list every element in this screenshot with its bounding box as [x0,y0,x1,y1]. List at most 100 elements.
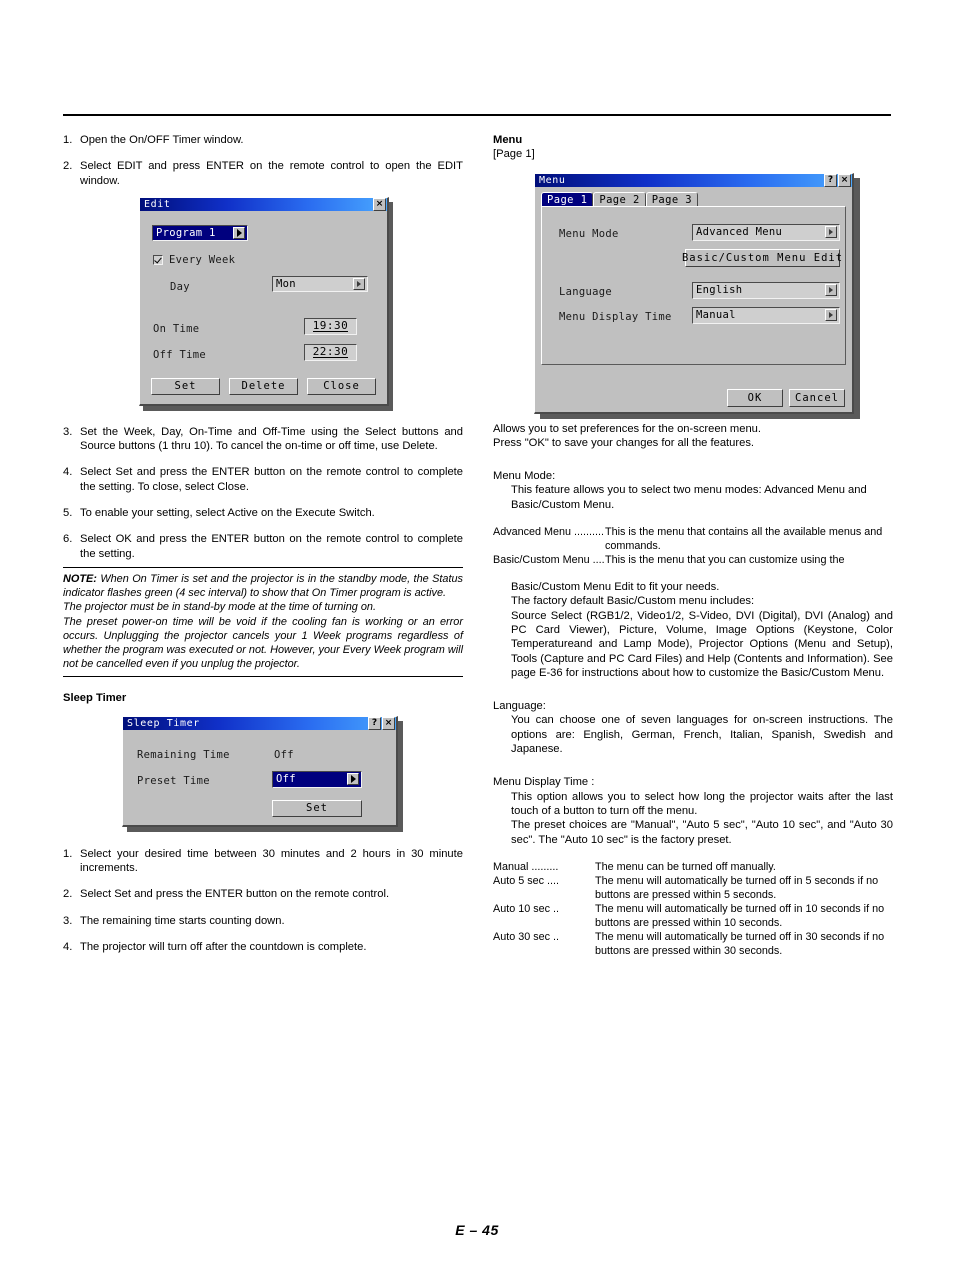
off-time-field[interactable]: 22:30 [304,343,357,361]
header-rule [63,114,891,116]
edit-dialog-title: Edit [144,198,171,210]
list-text: Select EDIT and press ENTER on the remot… [80,160,463,187]
list-number: 3. [63,425,73,438]
close-button[interactable]: Close [307,377,376,395]
definition-desc: The menu will automatically be turned of… [595,930,885,957]
close-icon[interactable]: × [373,197,386,211]
menu-mode-label: Menu Mode [559,227,619,240]
list-item: 2. Select Set and press the ENTER button… [63,887,463,901]
menu-dialog: Menu ? × Page 1 Page 2 Page 3 Menu Mode … [534,172,854,414]
help-icon[interactable]: ? [368,716,381,730]
menu-subheading: [Page 1] [493,148,535,161]
chevron-right-icon[interactable] [825,284,837,297]
chevron-right-icon[interactable] [825,226,837,239]
menu-display-time-body-1: This option allows you to select how lon… [511,790,893,817]
list-text: Select Set and press the ENTER button on… [80,888,390,901]
list-number: 3. [63,914,73,927]
tab-page-1[interactable]: Page 1 [541,191,594,207]
list-text: Set the Week, Day, On-Time and Off-Time … [80,425,463,453]
list-number: 5. [63,507,73,520]
language-body: You can choose one of seven languages fo… [511,714,893,756]
document-page: 1. Open the On/OFF Timer window. 2. Sele… [0,0,954,1274]
menu-display-time-body-2: The preset choices are "Manual", "Auto 5… [511,819,893,846]
definition-term: Auto 10 sec .. [493,902,560,915]
tab-page-3[interactable]: Page 3 [645,191,699,207]
list-text: Select Set and press the ENTER button on… [80,466,463,493]
note-text-1: When On Timer is set and the projector i… [63,572,463,600]
list-number: 2. [63,160,73,173]
chevron-right-icon[interactable] [233,226,245,239]
on-time-value: 19:30 [312,319,349,333]
cancel-button[interactable]: Cancel [789,388,845,407]
list-item: 3. The remaining time starts counting do… [63,914,463,928]
chevron-right-icon[interactable] [353,277,365,290]
help-icon[interactable]: ? [824,173,837,187]
list-number: 1. [63,134,73,146]
menu-tabstrip: Page 1 Page 2 Page 3 [541,191,846,207]
delete-button[interactable]: Delete [229,377,298,395]
set-button[interactable]: Set [151,377,220,395]
day-select[interactable]: Mon [272,275,368,292]
menu-mode-cont-3: Source Select (RGB1/2, Video1/2, S-Video… [511,609,893,679]
tab-page-2[interactable]: Page 2 [593,191,646,207]
menu-dialog-title: Menu [539,174,566,186]
list-number: 4. [63,466,73,479]
every-week-checkbox[interactable]: Every Week [153,254,235,266]
definition-row: Manual ......... The menu can be turned … [493,860,893,874]
definition-term: Advanced Menu .......... [493,526,605,539]
off-time-value: 22:30 [312,345,349,359]
edit-dialog-wrapper: Edit × Program 1 Every Week Day Mon On T… [63,196,463,411]
list-item: 1. Open the On/OFF Timer window. [63,133,463,147]
definition-desc: This is the menu that contains all the a… [605,526,883,553]
menu-mode-select[interactable]: Advanced Menu [692,223,840,241]
preset-time-select[interactable]: Off [272,770,362,788]
definition-desc: The menu will automatically be turned of… [595,874,879,901]
chevron-right-icon[interactable] [825,309,837,322]
menu-dialog-wrapper: Menu ? × Page 1 Page 2 Page 3 Menu Mode … [493,172,893,422]
on-time-field[interactable]: 19:30 [304,317,357,335]
chevron-right-icon[interactable] [347,773,359,786]
sleep-dialog-titlebar: Sleep Timer ? × [123,716,396,730]
menu-mode-cont-1: Basic/Custom Menu Edit to fit your needs… [511,581,720,594]
basic-custom-menu-edit-button[interactable]: Basic/Custom Menu Edit [682,248,842,267]
list-item: 3. Set the Week, Day, On-Time and Off-Ti… [63,425,463,454]
list-number: 4. [63,940,73,953]
list-number: 6. [63,533,73,546]
note-paragraph-1: NOTE: When On Timer is set and the proje… [63,572,463,600]
program-select[interactable]: Program 1 [152,224,248,241]
note-paragraph-2: The projector must be in stand-by mode a… [63,601,376,614]
menu-mode-body: This feature allows you to select two me… [511,484,867,511]
list-item: 4. The projector will turn off after the… [63,940,463,954]
edit-dialog: Edit × Program 1 Every Week Day Mon On T… [139,196,389,406]
list-item: 4. Select Set and press the ENTER button… [63,465,463,494]
menu-display-time-select[interactable]: Manual [692,306,840,324]
definition-row: Advanced Menu .......... This is the men… [493,525,893,553]
close-icon[interactable]: × [838,173,851,187]
definition-row: Auto 5 sec .... The menu will automatica… [493,874,893,902]
program-select-value: Program 1 [156,226,216,239]
checkbox-checked-icon[interactable] [153,254,163,265]
ok-button[interactable]: OK [727,388,783,407]
list-number: 2. [63,888,73,901]
off-time-label: Off Time [153,348,206,361]
list-text: The remaining time starts counting down. [80,914,285,927]
list-text: To enable your setting, select Active on… [80,507,375,520]
sleep-timer-dialog-wrapper: Sleep Timer ? × Remaining Time Off Prese… [63,715,463,837]
close-icon[interactable]: × [382,716,395,730]
note-paragraph-3: The preset power-on time will be void if… [63,615,463,671]
menu-display-time-value: Manual [696,309,736,322]
language-select[interactable]: English [692,281,840,299]
left-column: 1. Open the On/OFF Timer window. 2. Sele… [63,133,463,966]
list-text: Select your desired time between 30 minu… [80,847,463,874]
note-label: NOTE: [63,572,97,585]
sleep-set-button[interactable]: Set [272,799,362,817]
sleep-dialog-body: Remaining Time Off Preset Time Off Set [123,730,396,826]
menu-mode-cont-2: The factory default Basic/Custom menu in… [511,595,755,608]
sleep-timer-heading: Sleep Timer [63,692,127,705]
remaining-time-label: Remaining Time [137,748,230,761]
list-text: Select OK and press the ENTER button on … [80,533,463,560]
list-item: 5. To enable your setting, select Active… [63,506,463,520]
language-value: English [696,284,743,297]
list-item: 2. Select EDIT and press ENTER on the re… [63,159,463,188]
definition-row: Auto 30 sec .. The menu will automatical… [493,930,893,958]
